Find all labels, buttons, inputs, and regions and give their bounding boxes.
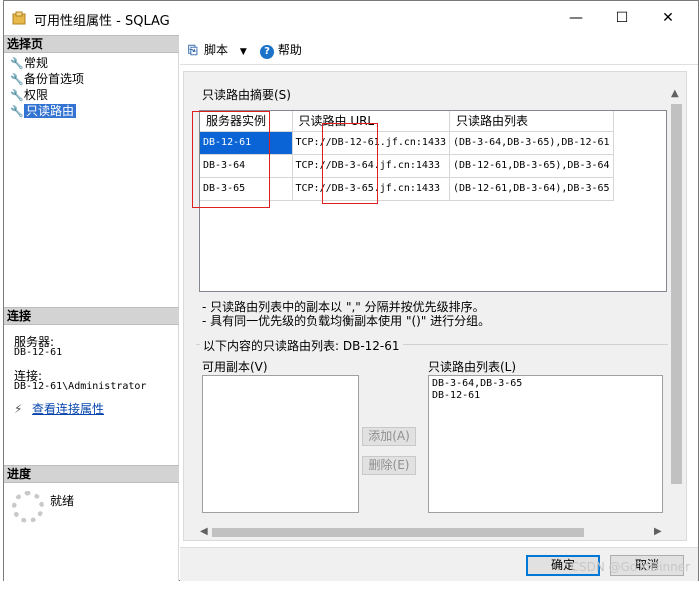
vertical-scroll-thumb[interactable]: [671, 104, 682, 484]
view-connection-link[interactable]: 查看连接属性: [32, 402, 104, 416]
progress-spinner-icon: [12, 491, 44, 523]
select-page-header: 选择页: [4, 35, 179, 53]
nav-item-backup-preferences[interactable]: 🔧备份首选项: [10, 72, 84, 87]
available-replicas-label: 可用副本(V): [202, 360, 268, 374]
progress-status: 就绪: [50, 494, 75, 508]
title-bar: 可用性组属性 - SQLAG — ☐ ✕: [4, 1, 698, 35]
help-icon: ?: [260, 45, 274, 59]
maximize-button[interactable]: ☐: [602, 5, 642, 31]
minimize-button[interactable]: —: [556, 5, 596, 31]
view-connection-properties[interactable]: ⚡ 查看连接属性: [14, 400, 104, 417]
wrench-icon: 🔧: [10, 105, 24, 118]
routing-summary-label: 只读路由摘要(S): [202, 88, 291, 102]
scroll-up-icon[interactable]: ▲: [671, 88, 679, 99]
wrench-icon: 🔧: [10, 57, 24, 70]
note-load-balance: - 具有同一优先级的负载均衡副本使用 "()" 进行分组。: [202, 314, 491, 328]
wrench-icon: 🔧: [10, 89, 24, 102]
server-value: DB-12-61: [14, 347, 63, 358]
watermark: CSDN @GoToDinner: [570, 560, 690, 574]
folder-db-icon: [12, 11, 26, 25]
help-label: 帮助: [277, 43, 302, 57]
add-button[interactable]: 添加(A): [362, 427, 416, 446]
close-button[interactable]: ✕: [648, 5, 688, 31]
available-replicas-list[interactable]: [202, 375, 359, 513]
help-button[interactable]: ? 帮助: [260, 42, 302, 59]
nav-item-general[interactable]: 🔧常规: [10, 56, 48, 71]
routing-list-legend: 以下内容的只读路由列表: DB-12-61: [200, 337, 403, 354]
script-icon: ⎘: [188, 43, 198, 57]
cell-list[interactable]: (DB-12-61,DB-3-65),DB-3-64: [449, 154, 614, 178]
scroll-right-icon[interactable]: ▶: [654, 526, 662, 537]
vertical-scrollbar[interactable]: ▲: [668, 86, 685, 526]
horizontal-scrollbar[interactable]: ◀ ▶: [198, 524, 668, 540]
nav-item-label: 常规: [24, 56, 49, 70]
connection-header: 连接: [4, 307, 179, 325]
routing-list-label: 只读路由列表(L): [428, 360, 517, 374]
nav-item-readonly-routing[interactable]: 🔧 只读路由: [10, 104, 77, 119]
left-panel: 选择页 🔧常规 🔧备份首选项 🔧权限 🔧 只读路由 连接 服务器: DB-12-6…: [4, 35, 179, 581]
annotation-box-instances: [192, 111, 270, 208]
nav-item-label: 权限: [24, 88, 49, 102]
script-label: 脚本: [204, 43, 229, 57]
wrench-icon: 🔧: [10, 73, 24, 86]
remove-button[interactable]: 删除(E): [362, 456, 416, 475]
cell-list[interactable]: (DB-3-64,DB-3-65),DB-12-61: [449, 131, 614, 155]
annotation-box-hostnames: [322, 123, 378, 204]
nav-item-permissions[interactable]: 🔧权限: [10, 88, 48, 103]
horizontal-scroll-thumb[interactable]: [212, 528, 584, 537]
scroll-left-icon[interactable]: ◀: [200, 526, 208, 537]
routing-list-box[interactable]: DB-3-64,DB-3-65 DB-12-61: [428, 375, 663, 513]
toolbar: ⎘ 脚本 ▼ ? 帮助: [180, 35, 698, 65]
column-header-list[interactable]: 只读路由列表: [449, 111, 614, 132]
cell-list[interactable]: (DB-12-61,DB-3-64),DB-3-65: [449, 177, 614, 201]
connection-plug-icon: ⚡: [14, 402, 23, 416]
list-item[interactable]: DB-12-61: [432, 390, 659, 402]
script-button[interactable]: ⎘ 脚本 ▼: [188, 42, 247, 58]
connection-value: DB-12-61\Administrator: [14, 381, 147, 392]
nav-item-label: 只读路由: [24, 104, 77, 118]
chevron-down-icon: ▼: [239, 47, 247, 57]
routing-list-group: 以下内容的只读路由列表: DB-12-61 可用副本(V) 添加(A) 删除(E…: [196, 337, 684, 513]
progress-header: 进度: [4, 465, 179, 483]
list-item[interactable]: DB-3-64,DB-3-65: [432, 378, 659, 390]
window-title: 可用性组属性 - SQLAG: [34, 14, 170, 29]
nav-item-label: 备份首选项: [24, 72, 85, 86]
dialog-window: 可用性组属性 - SQLAG — ☐ ✕ 选择页 🔧常规 🔧备份首选项 🔧权限 …: [3, 0, 699, 581]
